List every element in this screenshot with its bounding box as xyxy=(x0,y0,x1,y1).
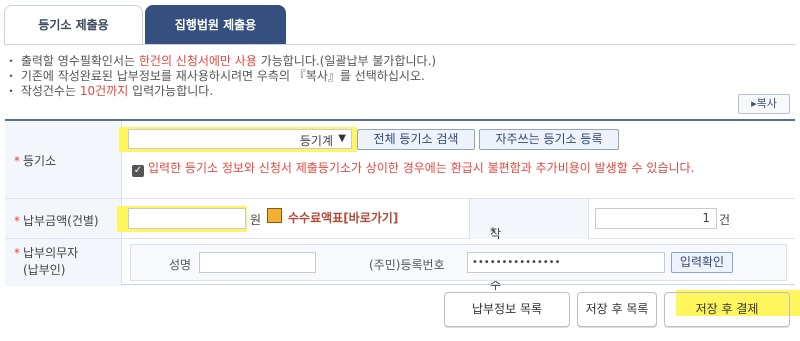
payer-fields: 성명 (주민)등록번호 ••••••••••••••• 입력확인 xyxy=(130,244,787,281)
tab-registry-office[interactable]: 등기소 제출용 xyxy=(4,5,143,45)
chevron-down-icon: ▼ xyxy=(338,133,346,144)
name-label: 성명 xyxy=(169,258,192,272)
payment-row: *납부금액(건별) 원 수수료액표[바로가기] *작성건수 1 건 xyxy=(5,199,795,292)
payment-list-button[interactable]: 납부정보 목록 xyxy=(444,292,570,327)
required-mark: * xyxy=(14,214,20,228)
registry-row: * 등기소 등기계 ▼ 전체 등기소 검색 자주쓰는 등기소 등록 ✓ 입력한 등기… xyxy=(5,121,795,199)
fee-table-link[interactable]: 수수료액표[바로가기] xyxy=(288,209,398,226)
id-number-input[interactable]: ••••••••••••••• xyxy=(467,252,665,273)
id-number-label: (주민)등록번호 xyxy=(369,258,445,272)
book-icon xyxy=(267,208,282,223)
payment-amount-label: * 납부금액(건별) xyxy=(5,199,122,238)
search-all-registry-button[interactable]: 전체 등기소 검색 xyxy=(357,129,475,150)
notice-line-3: ・ 작성건수는 10건까지 입력가능합니다. xyxy=(5,84,214,98)
name-input[interactable] xyxy=(199,252,316,273)
tab-divider xyxy=(4,44,796,45)
payment-amount-input[interactable] xyxy=(128,208,246,229)
notice-list: ・ 출력할 영수필확인서는 한건의 신청서에만 사용 가능합니다.(일괄납부 불… xyxy=(5,54,725,99)
count-label: *작성건수 xyxy=(469,199,589,292)
tab-execution-court[interactable]: 집행법원 제출용 xyxy=(145,5,286,45)
tab-bar: 등기소 제출용 집행법원 제출용 xyxy=(4,5,334,45)
registry-select[interactable]: 등기계 ▼ xyxy=(128,129,352,149)
confirm-input-button[interactable]: 입력확인 xyxy=(671,252,733,273)
registry-warning: ✓ 입력한 등기소 정보와 신청서 제출등기소가 상이한 경우에는 환급시 불편함… xyxy=(132,161,695,177)
warning-checkbox[interactable]: ✓ xyxy=(132,165,144,177)
copy-button[interactable]: ▸복사 xyxy=(738,94,790,114)
payer-row: * 납부의무자 (납부인) 성명 (주민)등록번호 ••••••••••••••• … xyxy=(5,239,795,286)
notice-line-1: ・ 출력할 영수필확인서는 한건의 신청서에만 사용 가능합니다.(일괄납부 불… xyxy=(5,54,437,68)
required-mark: * xyxy=(14,246,20,260)
required-mark: * xyxy=(14,154,20,168)
register-frequent-registry-button[interactable]: 자주쓰는 등기소 등록 xyxy=(479,129,619,150)
registry-label: * 등기소 xyxy=(5,121,122,198)
notice-line-2: ・ 기존에 작성완료된 납부정보를 재사용하시려면 우측의 『복사』를 선택하십… xyxy=(5,69,425,83)
payer-label: * 납부의무자 (납부인) xyxy=(5,239,122,286)
count-unit: 건 xyxy=(719,213,731,227)
save-and-pay-button[interactable]: 저장 후 결제 xyxy=(664,292,790,327)
payment-form: * 등기소 등기계 ▼ 전체 등기소 검색 자주쓰는 등기소 등록 ✓ 입력한 등기… xyxy=(5,119,795,292)
save-and-list-button[interactable]: 저장 후 목록 xyxy=(577,292,657,327)
count-input[interactable]: 1 xyxy=(595,208,717,229)
currency-unit: 원 xyxy=(250,213,262,227)
